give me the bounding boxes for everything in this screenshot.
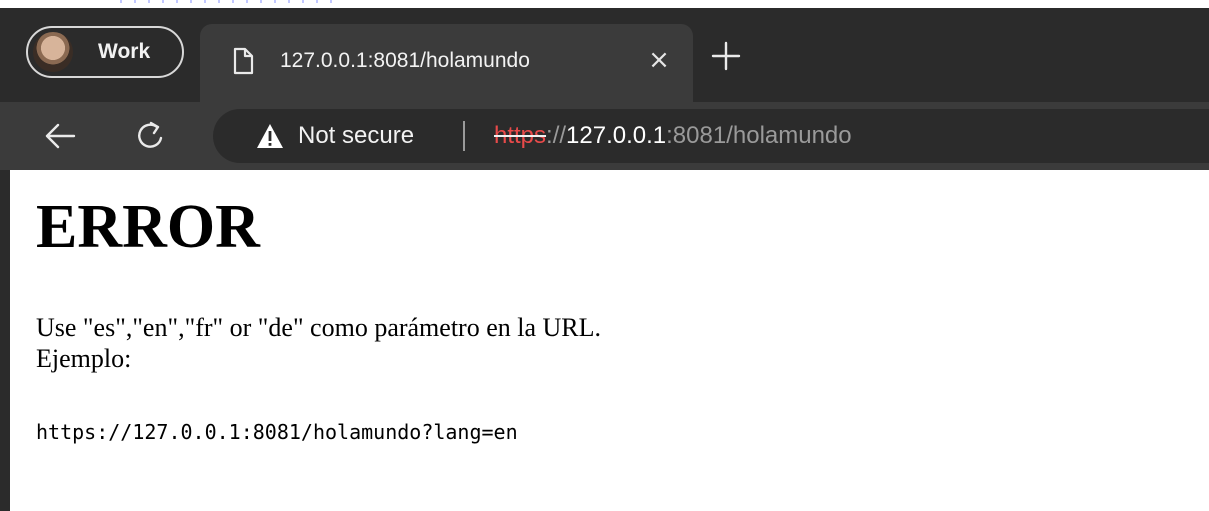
browser-chrome: Work 127.0.0.1:8081/holamundo × Not secu… — [0, 8, 1209, 170]
instruction-line: Use "es","en","fr" or "de" como parámetr… — [36, 313, 602, 342]
profile-button[interactable]: Work — [26, 26, 184, 78]
profile-label: Work — [98, 40, 151, 63]
url-scheme: https — [494, 122, 547, 149]
reload-icon[interactable] — [130, 116, 170, 156]
close-icon[interactable]: × — [645, 46, 673, 74]
page-title: ERROR — [36, 193, 260, 261]
background-window-edge — [120, 0, 340, 3]
url-host: 127.0.0.1 — [566, 122, 667, 149]
window-top-strip — [0, 0, 1209, 8]
tab-active[interactable]: 127.0.0.1:8081/holamundo × — [200, 24, 693, 102]
instructions-text: Use "es","en","fr" or "de" como parámetr… — [36, 312, 601, 374]
navigation-toolbar: Not secure https://127.0.0.1:8081/holamu… — [0, 102, 1209, 170]
warning-icon[interactable] — [256, 123, 284, 149]
security-label[interactable]: Not secure — [298, 122, 414, 150]
page-icon — [233, 47, 254, 75]
window-left-edge — [0, 170, 10, 511]
tab-strip: Work 127.0.0.1:8081/holamundo × — [0, 8, 1209, 102]
back-arrow-icon[interactable] — [40, 116, 80, 156]
address-bar[interactable]: Not secure https://127.0.0.1:8081/holamu… — [213, 109, 1209, 163]
plus-icon[interactable] — [708, 38, 744, 74]
url-separator: :// — [546, 122, 567, 149]
avatar — [33, 32, 73, 72]
example-label: Ejemplo: — [36, 344, 132, 373]
divider — [463, 121, 465, 151]
tab-title: 127.0.0.1:8081/holamundo — [280, 49, 530, 72]
url-text[interactable]: https://127.0.0.1:8081/holamundo — [494, 122, 852, 150]
page-viewport: ERROR Use "es","en","fr" or "de" como pa… — [10, 170, 1209, 511]
example-url: https://127.0.0.1:8081/holamundo?lang=en — [36, 420, 518, 444]
url-path: :8081/holamundo — [666, 122, 852, 149]
